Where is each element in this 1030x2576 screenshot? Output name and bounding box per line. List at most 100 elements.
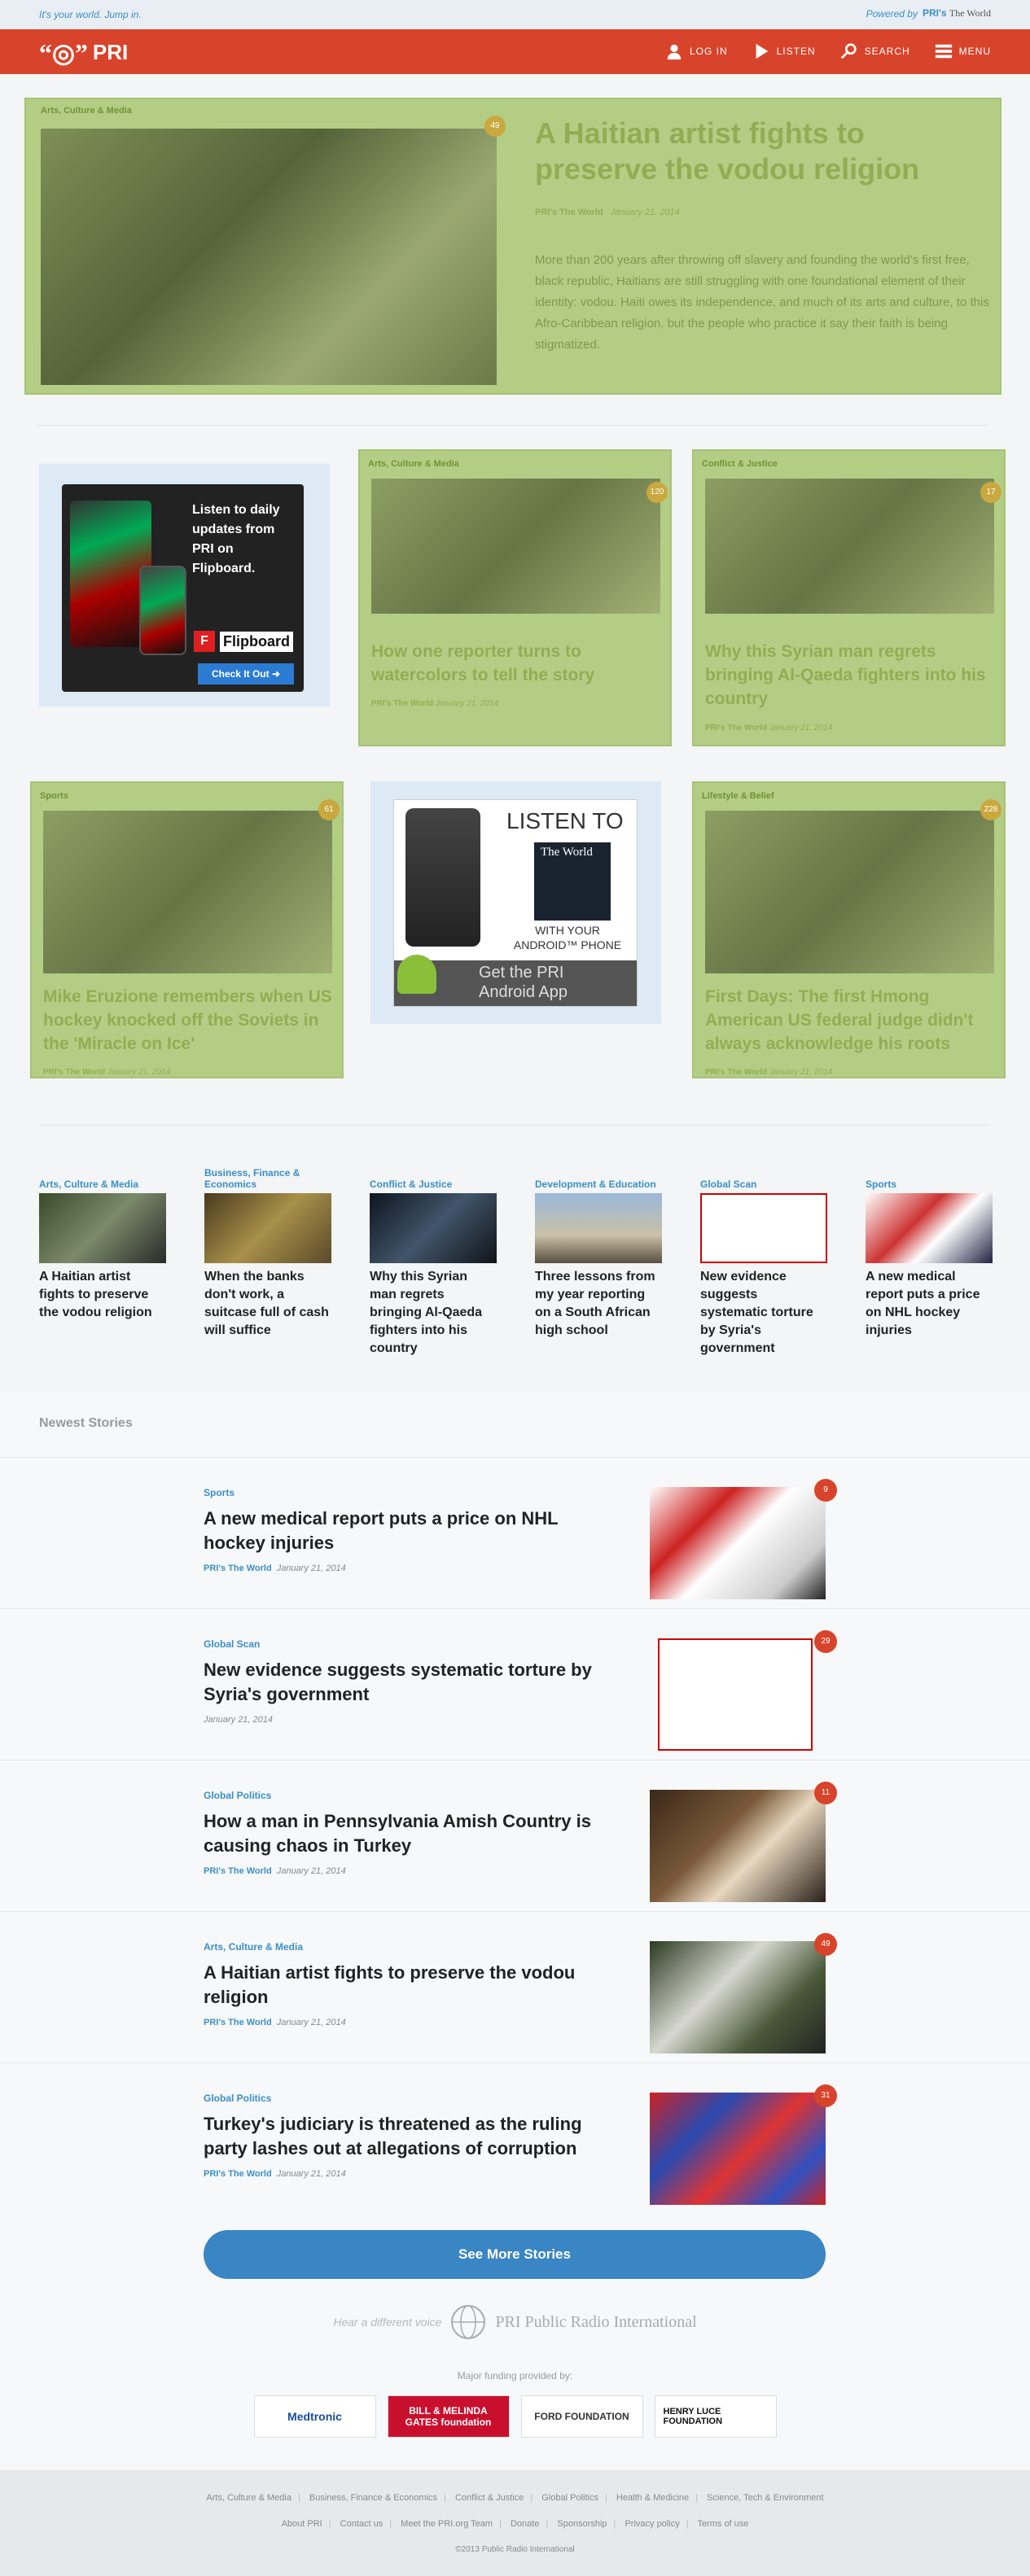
footer-link[interactable]: Health & Medicine	[616, 2493, 689, 2503]
android-ad[interactable]: LISTEN TO The World WITH YOUR ANDROID™ P…	[370, 781, 661, 1024]
comment-count-badge[interactable]: 29	[814, 1630, 837, 1653]
funder-logo[interactable]: HENRY LUCE FOUNDATION	[654, 2395, 777, 2438]
pri-logo[interactable]: “◎” PRI	[39, 40, 128, 66]
mini-image[interactable]	[204, 1193, 331, 1263]
search-button[interactable]: SEARCH	[840, 42, 910, 60]
funder-logo[interactable]: FORD FOUNDATION	[520, 2395, 643, 2438]
mini-title[interactable]: Three lessons from my year reporting on …	[535, 1268, 662, 1340]
newest-story-item[interactable]: Global Politics How a man in Pennsylvani…	[0, 1760, 1030, 1911]
comment-count-badge[interactable]: 11	[814, 1782, 837, 1804]
card-category[interactable]: Lifestyle & Belief	[702, 791, 774, 801]
mini-image[interactable]	[370, 1193, 497, 1263]
footer-link[interactable]: Global Politics	[541, 2493, 598, 2503]
story-category[interactable]: Arts, Culture & Media	[204, 1941, 303, 1953]
comment-count-badge[interactable]: 31	[814, 2084, 837, 2107]
newest-story-item[interactable]: Arts, Culture & Media A Haitian artist f…	[0, 1911, 1030, 2062]
footer-link[interactable]: Meet the PRI.org Team	[401, 2519, 493, 2529]
footer-link[interactable]: Contact us	[340, 2519, 384, 2529]
card-title[interactable]: First Days: The first Hmong American US …	[705, 985, 994, 1056]
funder-logo[interactable]: Medtronic	[253, 2395, 376, 2438]
footer-link[interactable]: Terms of use	[697, 2519, 748, 2529]
mini-category[interactable]: Global Scan	[700, 1166, 827, 1193]
newest-story-item[interactable]: Global Scan New evidence suggests system…	[0, 1608, 1030, 1760]
story-image[interactable]	[658, 1638, 813, 1751]
footer-link[interactable]: Science, Tech & Environment	[707, 2493, 823, 2503]
card-category[interactable]: Arts, Culture & Media	[368, 459, 459, 469]
footer-link[interactable]: Sponsorship	[557, 2519, 607, 2529]
login-button[interactable]: LOG IN	[665, 42, 728, 60]
story-category[interactable]: Sports	[204, 1487, 234, 1498]
comment-count-badge[interactable]: 49	[814, 1933, 837, 1956]
story-card[interactable]: Arts, Culture & Media 120 How one report…	[358, 449, 672, 746]
mini-title[interactable]: A Haitian artist fights to preserve the …	[39, 1268, 166, 1322]
mini-title[interactable]: A new medical report puts a price on NHL…	[866, 1268, 993, 1340]
story-image[interactable]	[650, 1487, 826, 1599]
mini-image[interactable]	[535, 1193, 662, 1263]
comment-count-badge[interactable]: 120	[646, 482, 668, 503]
mini-title[interactable]: When the banks don't work, a suitcase fu…	[204, 1268, 331, 1340]
flipboard-ad[interactable]: Listen to daily updates from PRI on Flip…	[39, 464, 330, 706]
comment-count-badge[interactable]: 228	[980, 799, 1002, 820]
see-more-stories-button[interactable]: See More Stories	[204, 2230, 826, 2279]
listen-button[interactable]: LISTEN	[752, 42, 816, 60]
footer-link[interactable]: Donate	[511, 2519, 539, 2529]
story-card[interactable]: Lifestyle & Belief 228 First Days: The f…	[692, 781, 1006, 1078]
card-image[interactable]	[43, 811, 332, 973]
footer-link[interactable]: Conflict & Justice	[455, 2493, 524, 2503]
story-title[interactable]: A Haitian artist fights to preserve the …	[204, 1961, 603, 2010]
card-category[interactable]: Conflict & Justice	[702, 459, 778, 469]
card-category[interactable]: Sports	[40, 791, 68, 801]
mini-image[interactable]	[700, 1193, 827, 1263]
comment-count-badge[interactable]: 17	[980, 482, 1002, 503]
mini-story[interactable]: Conflict & Justice Why this Syrian man r…	[370, 1166, 497, 1358]
newest-story-item[interactable]: Global Politics Turkey's judiciary is th…	[0, 2062, 1030, 2214]
comment-count-badge[interactable]: 9	[814, 1479, 837, 1502]
card-image[interactable]	[371, 479, 660, 614]
mini-story[interactable]: Development & Education Three lessons fr…	[535, 1166, 662, 1340]
card-title[interactable]: How one reporter turns to watercolors to…	[371, 640, 660, 687]
check-it-out-button[interactable]: Check It Out ➜	[198, 663, 294, 684]
story-category[interactable]: Global Scan	[204, 1638, 260, 1650]
story-title[interactable]: How a man in Pennsylvania Amish Country …	[204, 1809, 603, 1858]
mini-category[interactable]: Conflict & Justice	[370, 1166, 497, 1193]
the-world-brand[interactable]: PRI's The World	[923, 7, 991, 20]
menu-button[interactable]: MENU	[935, 42, 991, 60]
footer-link[interactable]: Privacy policy	[625, 2519, 679, 2529]
footer-pri-logo[interactable]: Hear a different voice PRI Public Radio …	[326, 2302, 704, 2342]
mini-title[interactable]: Why this Syrian man regrets bringing Al-…	[370, 1268, 497, 1358]
card-image[interactable]	[705, 479, 994, 614]
mini-title[interactable]: New evidence suggests systematic torture…	[700, 1268, 827, 1358]
story-title[interactable]: Turkey's judiciary is threatened as the …	[204, 2112, 603, 2161]
hero-category[interactable]: Arts, Culture & Media	[41, 106, 132, 116]
story-card[interactable]: Sports 61 Mike Eruzione remembers when U…	[30, 781, 344, 1078]
newest-story-item[interactable]: Sports A new medical report puts a price…	[0, 1457, 1030, 1608]
story-image[interactable]	[650, 1941, 826, 2053]
mini-story[interactable]: Business, Finance & Economics When the b…	[204, 1166, 331, 1340]
mini-story[interactable]: Sports A new medical report puts a price…	[866, 1166, 993, 1340]
story-category[interactable]: Global Politics	[204, 2093, 271, 2104]
hero-image[interactable]	[41, 129, 497, 385]
mini-category[interactable]: Arts, Culture & Media	[39, 1166, 166, 1193]
funder-logo[interactable]: BILL & MELINDA GATES foundation	[387, 2395, 510, 2438]
comment-count-badge[interactable]: 61	[318, 799, 340, 820]
mini-story[interactable]: Arts, Culture & Media A Haitian artist f…	[39, 1166, 166, 1322]
mini-category[interactable]: Sports	[866, 1166, 993, 1193]
mini-image[interactable]	[866, 1193, 993, 1263]
comment-count-badge[interactable]: 49	[484, 116, 506, 137]
footer-link[interactable]: Business, Finance & Economics	[309, 2493, 437, 2503]
footer-link[interactable]: About PRI	[282, 2519, 322, 2529]
hero-story[interactable]: Arts, Culture & Media 49 A Haitian artis…	[24, 98, 1002, 395]
card-title[interactable]: Why this Syrian man regrets bringing Al-…	[705, 640, 994, 711]
mini-category[interactable]: Business, Finance & Economics	[204, 1166, 331, 1193]
story-image[interactable]	[650, 1790, 826, 1902]
mini-category[interactable]: Development & Education	[535, 1166, 662, 1193]
card-image[interactable]	[705, 811, 994, 973]
story-category[interactable]: Global Politics	[204, 1790, 271, 1801]
hero-title[interactable]: A Haitian artist fights to preserve the …	[535, 116, 975, 187]
card-title[interactable]: Mike Eruzione remembers when US hockey k…	[43, 985, 332, 1056]
footer-link[interactable]: Arts, Culture & Media	[206, 2493, 291, 2503]
story-card[interactable]: Conflict & Justice 17 Why this Syrian ma…	[692, 449, 1006, 746]
mini-story[interactable]: Global Scan New evidence suggests system…	[700, 1166, 827, 1358]
story-image[interactable]	[650, 2093, 826, 2205]
story-title[interactable]: A new medical report puts a price on NHL…	[204, 1507, 603, 1555]
